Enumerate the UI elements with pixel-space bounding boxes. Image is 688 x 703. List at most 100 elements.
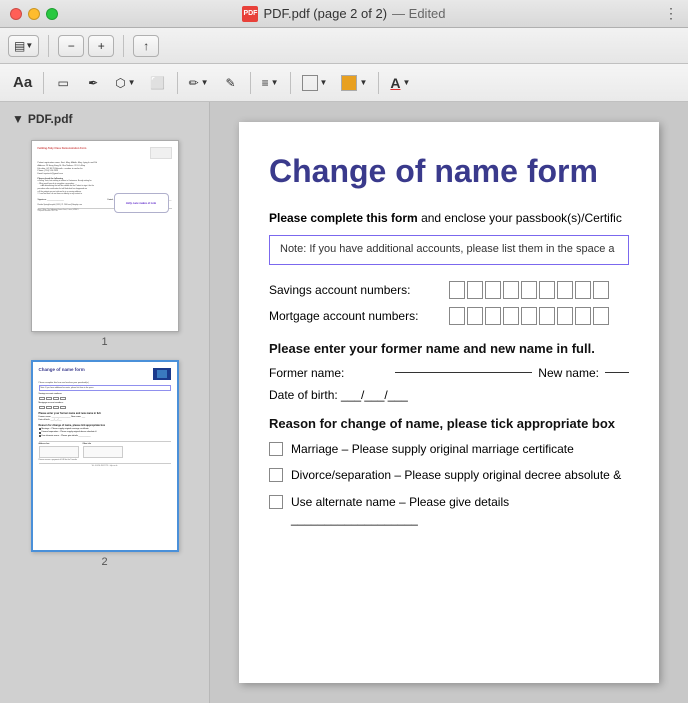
form-instruction: Please complete this form and enclose yo…	[269, 210, 629, 227]
titlebar-right-controls: ⋮	[664, 5, 678, 23]
form-title: Change of name form	[269, 152, 629, 190]
align-chevron: ▼	[271, 78, 279, 87]
sidebar-toggle-button[interactable]: ▤ ▼	[8, 35, 39, 57]
former-name-row: Former name: New name:	[269, 366, 629, 380]
mortgage-box-1[interactable]	[449, 307, 465, 325]
title-text: PDF.pdf (page 2 of 2)	[263, 6, 387, 21]
shapes-button[interactable]: ⬡ ▼	[110, 70, 140, 96]
thumbnail-page-1[interactable]: Feilding-Tuby Class Demonstration Form P…	[8, 140, 201, 348]
toolbar-separator-1	[48, 35, 49, 57]
reason-alternate-text: Use alternate name – Please give details…	[291, 494, 629, 528]
sidebar-header: ▼ PDF.pdf	[8, 110, 201, 128]
reason-alternate-checkbox[interactable]	[269, 495, 283, 509]
insert-image-button[interactable]: ⬜	[145, 70, 171, 96]
sidebar-icon: ▤	[14, 39, 25, 53]
new-name-line	[605, 372, 629, 373]
savings-label: Savings account numbers:	[269, 283, 449, 297]
markup-icon: ✎	[226, 76, 236, 90]
new-name-label: New name:	[538, 366, 599, 380]
reason-section-title: Reason for change of name, please tick a…	[269, 416, 629, 431]
account-numbers-section: Savings account numbers: Mortgage	[269, 281, 629, 325]
mortgage-box-5[interactable]	[521, 307, 537, 325]
zoom-in-button[interactable]: +	[88, 35, 114, 57]
savings-box-7[interactable]	[557, 281, 573, 299]
mortgage-box-2[interactable]	[467, 307, 483, 325]
shapes-icon: ⬡	[115, 76, 125, 90]
note-box: Note: If you have additional accounts, p…	[269, 235, 629, 264]
mortgage-box-9[interactable]	[593, 307, 609, 325]
reason-divorce-checkbox[interactable]	[269, 468, 283, 482]
page-number-2: 2	[101, 556, 107, 568]
pen-tool-button[interactable]: ✒	[80, 70, 106, 96]
mortgage-box-4[interactable]	[503, 307, 519, 325]
savings-box-5[interactable]	[521, 281, 537, 299]
fmt-sep-2	[177, 72, 178, 94]
mortgage-box-6[interactable]	[539, 307, 555, 325]
savings-box-6[interactable]	[539, 281, 555, 299]
savings-box-8[interactable]	[575, 281, 591, 299]
formatting-toolbar: Aa ▭ ✒ ⬡ ▼ ⬜ ✏ ▼ ✎ ≡ ▼ ▼ ▼ A ▼	[0, 64, 688, 102]
main-area: ▼ PDF.pdf Feilding-Tuby Class Demonstrat…	[0, 102, 688, 703]
dob-label: Date of birth: ___/___/___	[269, 388, 408, 402]
thumbnail-frame-2: Change of name form Please complete this…	[31, 360, 179, 552]
thumbnail-frame-1: Feilding-Tuby Class Demonstration Form P…	[31, 140, 179, 332]
close-button[interactable]	[10, 8, 22, 20]
align-icon: ≡	[262, 76, 269, 90]
maximize-button[interactable]	[46, 8, 58, 20]
zoom-out-icon: −	[68, 39, 75, 53]
reason-divorce: Divorce/separation – Please supply origi…	[269, 467, 629, 484]
savings-box-2[interactable]	[467, 281, 483, 299]
edited-badge: — Edited	[392, 6, 446, 21]
window-controls	[10, 8, 58, 20]
minimize-button[interactable]	[28, 8, 40, 20]
zoom-out-button[interactable]: −	[58, 35, 84, 57]
highlight-button[interactable]: ✏ ▼	[184, 70, 214, 96]
document-page: Change of name form Please complete this…	[239, 122, 659, 683]
mortgage-box-3[interactable]	[485, 307, 501, 325]
markup-button[interactable]: ✎	[218, 70, 244, 96]
mortgage-row: Mortgage account numbers:	[269, 307, 629, 325]
share-group: ↑	[133, 35, 159, 57]
toolbar-separator-2	[123, 35, 124, 57]
text-box-button[interactable]: ▭	[50, 70, 76, 96]
names-section-title: Please enter your former name and new na…	[269, 341, 629, 356]
share-button[interactable]: ↑	[133, 35, 159, 57]
mortgage-box-7[interactable]	[557, 307, 573, 325]
page-number-1: 1	[101, 336, 107, 348]
highlight-chevron: ▼	[201, 78, 209, 87]
border-color-button[interactable]: ▼	[297, 70, 333, 96]
former-name-line	[395, 372, 532, 373]
sidebar-toggle-group: ▤ ▼	[8, 35, 39, 57]
align-button[interactable]: ≡ ▼	[257, 70, 284, 96]
fill-color-icon	[341, 75, 357, 91]
fmt-sep-1	[43, 72, 44, 94]
fill-color-button[interactable]: ▼	[336, 70, 372, 96]
instruction-rest: and enclose your passbook(s)/Certific	[421, 211, 622, 225]
sidebar-title: PDF.pdf	[28, 112, 73, 126]
savings-box-4[interactable]	[503, 281, 519, 299]
thumbnail-page-2[interactable]: Change of name form Please complete this…	[8, 360, 201, 568]
savings-row: Savings account numbers:	[269, 281, 629, 299]
former-name-label: Former name:	[269, 366, 389, 380]
pdf-icon: PDF	[242, 6, 258, 22]
savings-box-9[interactable]	[593, 281, 609, 299]
font-color-button[interactable]: A ▼	[385, 70, 415, 96]
document-view: Change of name form Please complete this…	[210, 102, 688, 703]
instruction-bold: Please complete this form	[269, 211, 418, 225]
highlight-icon: ✏	[189, 76, 199, 90]
mortgage-box-8[interactable]	[575, 307, 591, 325]
image-icon: ⬜	[150, 76, 165, 90]
sidebar-toggle-chevron: ▼	[25, 41, 33, 50]
zoom-in-icon: +	[98, 39, 105, 53]
mortgage-boxes	[449, 307, 609, 325]
window-title: PDF PDF.pdf (page 2 of 2) — Edited	[242, 6, 445, 22]
titlebar: PDF PDF.pdf (page 2 of 2) — Edited ⋮	[0, 0, 688, 28]
savings-box-1[interactable]	[449, 281, 465, 299]
font-tool-button[interactable]: Aa	[8, 70, 37, 96]
savings-box-3[interactable]	[485, 281, 501, 299]
reason-marriage-checkbox[interactable]	[269, 442, 283, 456]
text-box-icon: ▭	[58, 76, 69, 90]
fmt-sep-4	[290, 72, 291, 94]
note-text: Note: If you have additional accounts, p…	[280, 243, 614, 255]
sidebar-collapse-icon[interactable]: ▼	[12, 112, 24, 126]
